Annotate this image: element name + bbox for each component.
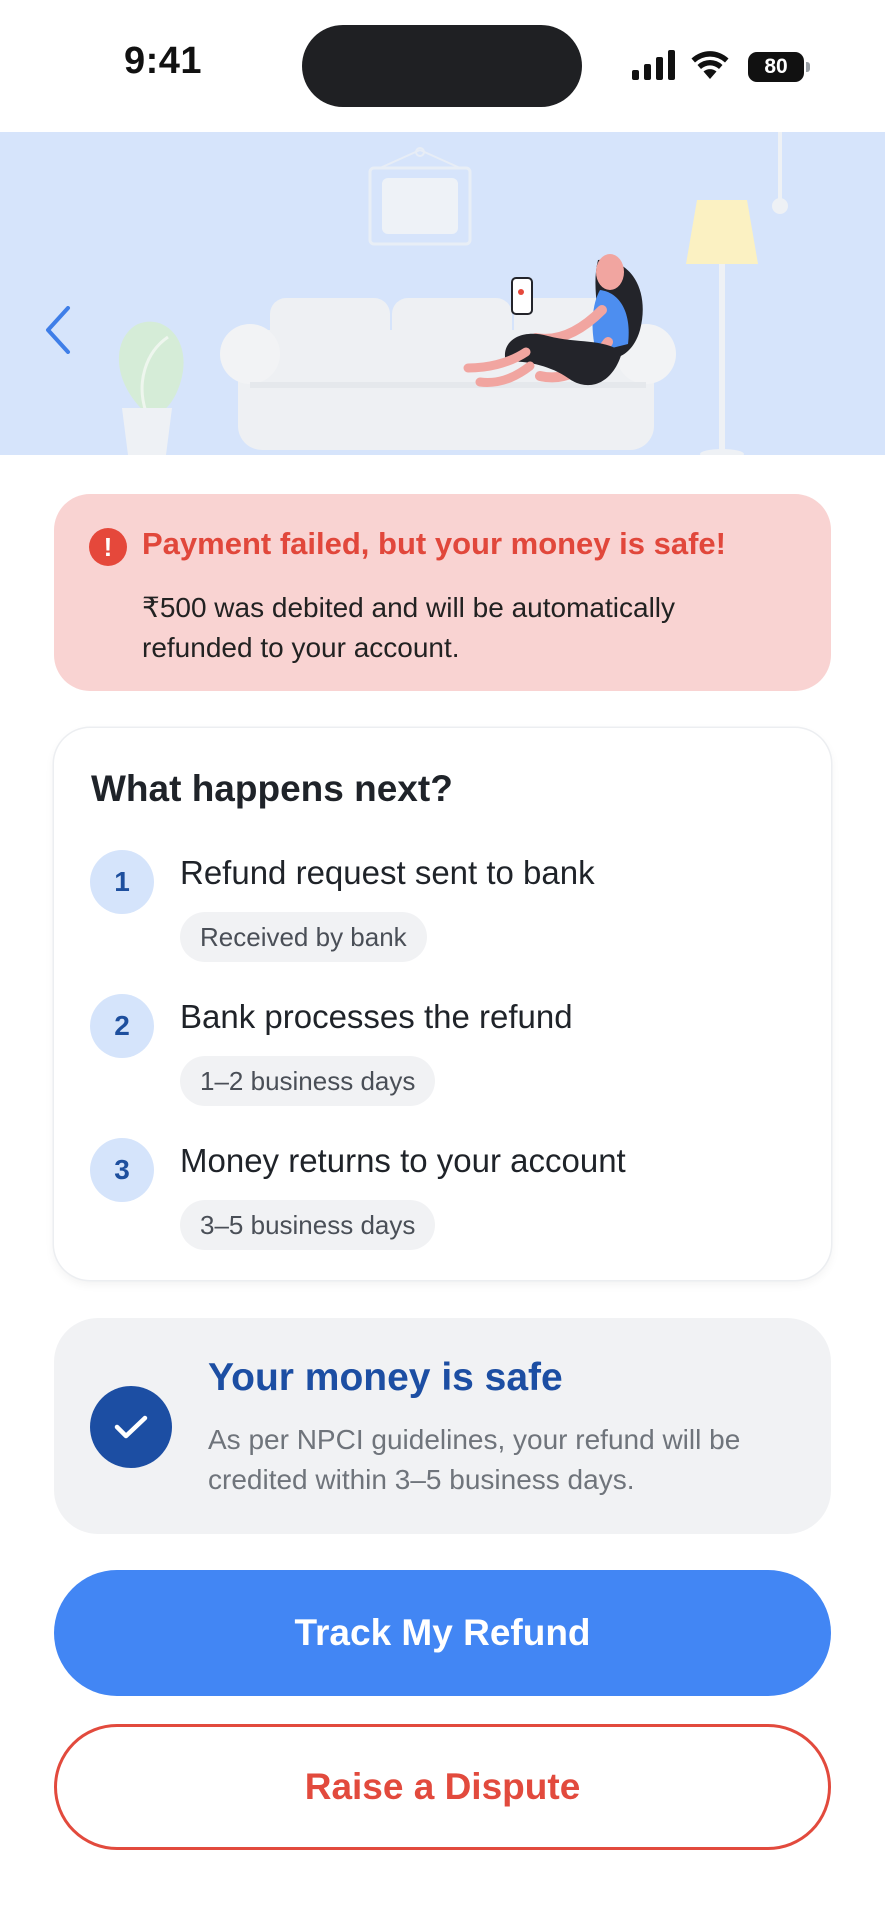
woman-on-sofa-illustration bbox=[118, 132, 788, 455]
step-item: 3 Money returns to your account 3–5 busi… bbox=[54, 1138, 831, 1258]
next-steps-card: What happens next? 1 Refund request sent… bbox=[54, 728, 831, 1280]
step-item: 2 Bank processes the refund 1–2 business… bbox=[54, 994, 831, 1114]
step-title: Money returns to your account bbox=[180, 1142, 626, 1179]
step-item: 1 Refund request sent to bank Received b… bbox=[54, 850, 831, 970]
money-safe-title: Your money is safe bbox=[208, 1356, 563, 1399]
battery-level: 80 bbox=[748, 52, 804, 82]
alert-message: ₹500 was debited and will be automatical… bbox=[142, 592, 676, 663]
signal-icon bbox=[632, 50, 675, 80]
step-number: 3 bbox=[90, 1138, 154, 1202]
track-refund-button[interactable]: Track My Refund bbox=[54, 1570, 831, 1696]
step-number: 1 bbox=[90, 850, 154, 914]
step-title: Refund request sent to bank bbox=[180, 854, 595, 891]
next-steps-title: What happens next? bbox=[91, 768, 453, 809]
exclamation-circle-icon: ! bbox=[89, 528, 127, 566]
payment-failed-alert: ! Payment failed, but your money is safe… bbox=[54, 494, 831, 691]
check-icon bbox=[114, 1415, 148, 1439]
wifi-icon bbox=[691, 51, 729, 79]
dynamic-island bbox=[302, 25, 582, 107]
raise-dispute-button[interactable]: Raise a Dispute bbox=[54, 1724, 831, 1850]
hero-illustration bbox=[0, 132, 885, 455]
chevron-left-icon bbox=[46, 306, 70, 354]
alert-title: Payment failed, but your money is safe! bbox=[142, 526, 726, 561]
check-circle-icon bbox=[90, 1386, 172, 1468]
status-time: 9:41 bbox=[124, 40, 203, 82]
step-status-chip: 3–5 business days bbox=[180, 1200, 436, 1250]
money-safe-message: As per NPCI guidelines, your refund will… bbox=[208, 1424, 741, 1495]
status-bar: 9:41 80 bbox=[0, 0, 885, 132]
money-safe-card: Your money is safe As per NPCI guideline… bbox=[54, 1318, 831, 1534]
step-title: Bank processes the refund bbox=[180, 998, 573, 1035]
step-status-chip: Received by bank bbox=[180, 912, 427, 962]
battery-icon: 80 bbox=[748, 52, 810, 82]
step-number: 2 bbox=[90, 994, 154, 1058]
back-button[interactable] bbox=[38, 302, 78, 358]
step-status-chip: 1–2 business days bbox=[180, 1056, 436, 1106]
